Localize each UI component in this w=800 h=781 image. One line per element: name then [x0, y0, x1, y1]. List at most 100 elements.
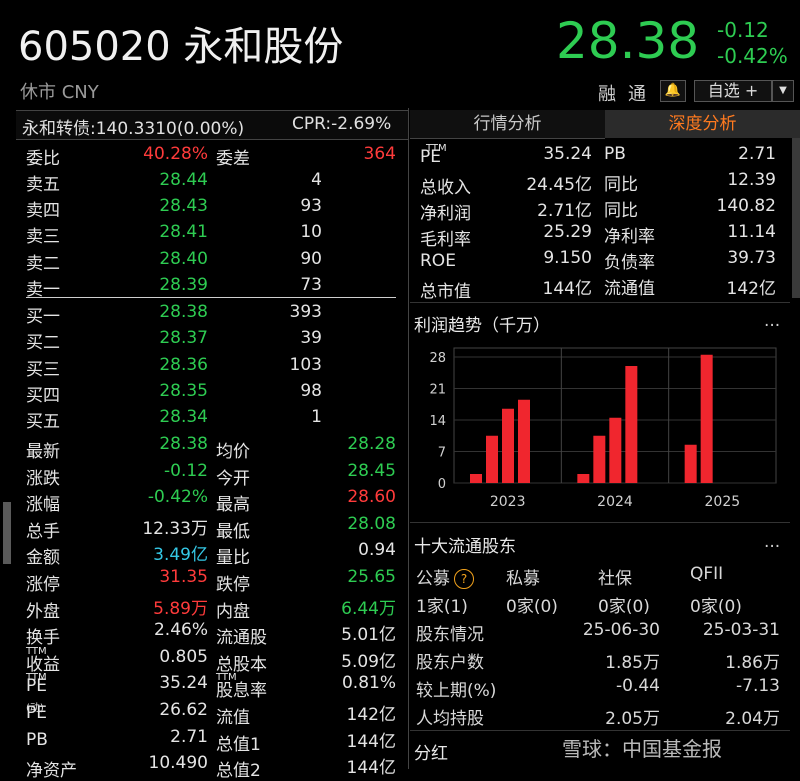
- dividend-title: 分红: [414, 744, 448, 764]
- level-label: 卖二: [26, 254, 60, 274]
- stats-row: 最新 28.38 均价 28.28: [26, 431, 398, 462]
- weibi-row: 委比 40.28% 委差 364: [26, 141, 398, 169]
- ttm-superscript: TTM: [216, 672, 237, 684]
- profit-bar: [577, 474, 590, 483]
- bond-info-bar: 永和转债:140.3310(0.00%) CPR:-2.69%: [16, 110, 408, 140]
- tab-market-analysis[interactable]: 行情分析: [410, 110, 605, 139]
- stat-value: -0.12: [164, 460, 208, 481]
- level-price: 28.41: [159, 222, 208, 242]
- shareholder-cell: 2.04万: [725, 709, 780, 729]
- shareholder-cell: 25-03-31: [702, 620, 780, 640]
- fund-label: 净利率: [604, 227, 655, 247]
- y-tick-label: 21: [429, 383, 446, 398]
- stat-value: 3.49亿: [153, 545, 208, 566]
- y-tick-label: 7: [438, 446, 446, 461]
- fund-label: PE TTM: [420, 143, 447, 167]
- holders-more-button[interactable]: ...: [764, 532, 780, 552]
- divider: [410, 522, 790, 523]
- weibi-label: 委比: [26, 149, 60, 169]
- level-label: 卖四: [26, 201, 60, 221]
- stat-value: 5.01亿: [341, 625, 396, 646]
- holder-type-private: 私募: [506, 569, 540, 589]
- stat-value: 12.33万: [142, 518, 208, 539]
- level-label: 买五: [26, 412, 60, 432]
- stat-label: PE TTM: [26, 672, 47, 696]
- stat-value: 28.45: [347, 460, 396, 481]
- stat-value: 5.09亿: [341, 651, 396, 672]
- shareholder-cell: 1.86万: [725, 653, 780, 673]
- level-price: 28.37: [159, 328, 208, 348]
- connect-label[interactable]: 通: [628, 80, 646, 106]
- level-price: 28.34: [159, 407, 208, 427]
- fundamentals-row: 总市值 144亿 流通值 142亿: [420, 271, 782, 302]
- holder-type-social: 社保: [598, 569, 632, 589]
- fund-label: 同比: [604, 201, 638, 221]
- holder-count-social: 0家(0): [598, 597, 650, 617]
- chart-labels: 28 21 14 7 0 2023 2024 2025: [429, 351, 740, 510]
- y-tick-label: 14: [429, 414, 446, 429]
- level-volume: 4: [311, 170, 322, 190]
- fund-value: 144亿: [542, 279, 592, 299]
- add-watchlist-button[interactable]: 自选 +: [694, 80, 772, 102]
- stats-row: 总手 12.33万 最低 28.08: [26, 511, 398, 542]
- level-price: 28.35: [159, 381, 208, 401]
- divider: [410, 730, 790, 731]
- stat-label: PE (动): [26, 700, 47, 723]
- stat-value: 142亿: [346, 705, 396, 725]
- x-group-label: 2024: [597, 494, 633, 510]
- dropdown-arrow-icon[interactable]: ▼: [772, 80, 794, 102]
- stat-value: 2.71: [170, 726, 208, 747]
- help-icon[interactable]: ?: [454, 569, 474, 589]
- convertible-bond: 永和转债:140.3310(0.00%): [22, 119, 245, 139]
- stats-row: PE (动) 26.62 流值 142亿: [26, 697, 398, 728]
- market-status: 休市 CNY: [20, 82, 99, 103]
- y-tick-label: 28: [429, 351, 446, 366]
- ttm-superscript: TTM: [26, 645, 47, 657]
- bid-row: 买一 28.38 393: [26, 299, 398, 327]
- stats-row: 换手 2.46% 流通股 5.01亿: [26, 617, 398, 648]
- level-price: 28.43: [159, 196, 208, 216]
- fund-value: 25.29: [543, 222, 592, 242]
- bid-row: 买五 28.34 1: [26, 404, 398, 432]
- fund-label: PB: [604, 144, 626, 164]
- fund-value: 12.39: [727, 170, 776, 190]
- profit-trend-title: 利润趋势（千万）: [414, 316, 550, 336]
- analysis-tabs: 行情分析 深度分析: [410, 110, 800, 139]
- fund-value: 39.73: [727, 248, 776, 268]
- profit-more-button[interactable]: ...: [764, 311, 780, 331]
- stat-value: 144亿: [346, 731, 396, 752]
- x-group-label: 2023: [490, 494, 526, 510]
- stat-value: 0.81%: [341, 673, 396, 694]
- level-label: 卖五: [26, 175, 60, 195]
- fund-label: 流通值: [604, 279, 655, 299]
- ask-row: 卖四 28.43 93: [26, 193, 398, 221]
- left-scroll-handle[interactable]: [3, 502, 11, 564]
- scrollbar[interactable]: [792, 138, 800, 298]
- chart-bars: [470, 354, 713, 483]
- level-volume: 93: [300, 196, 322, 216]
- profit-bar: [700, 354, 713, 483]
- ask-row: 卖五 28.44 4: [26, 167, 398, 195]
- shareholder-cell: -0.44: [616, 676, 660, 696]
- level-label: 买二: [26, 333, 60, 353]
- bell-icon[interactable]: 🔔: [660, 80, 686, 102]
- fund-value: 9.150: [543, 248, 592, 268]
- stats-row: 净资产 10.490 总值2 144亿: [26, 750, 398, 781]
- level-volume: 73: [300, 275, 322, 295]
- bid-row: 买二 28.37 39: [26, 325, 398, 353]
- shareholder-cell: 2.05万: [605, 709, 660, 729]
- cpr-value: CPR:-2.69%: [292, 114, 392, 134]
- holder-count-qfii: 0家(0): [690, 597, 742, 617]
- fundamentals-row: 毛利率 25.29 净利率 11.14: [420, 219, 782, 250]
- watermark: 雪球：中国基金报: [562, 737, 722, 761]
- fundamentals-row: 总收入 24.45亿 同比 12.39: [420, 167, 782, 198]
- profit-bar: [502, 408, 514, 483]
- stats-row: PB 2.71 总值1 144亿: [26, 724, 398, 755]
- margin-trading-label[interactable]: 融: [598, 80, 616, 106]
- level-label: 买一: [26, 307, 60, 327]
- profit-chart: 28 21 14 7 0 2023 2024 2025: [429, 347, 777, 510]
- fund-value: 24.45亿: [526, 175, 592, 195]
- fund-label: 负债率: [604, 253, 655, 273]
- ask-bid-divider: [26, 297, 396, 298]
- tab-depth-analysis[interactable]: 深度分析: [605, 110, 800, 138]
